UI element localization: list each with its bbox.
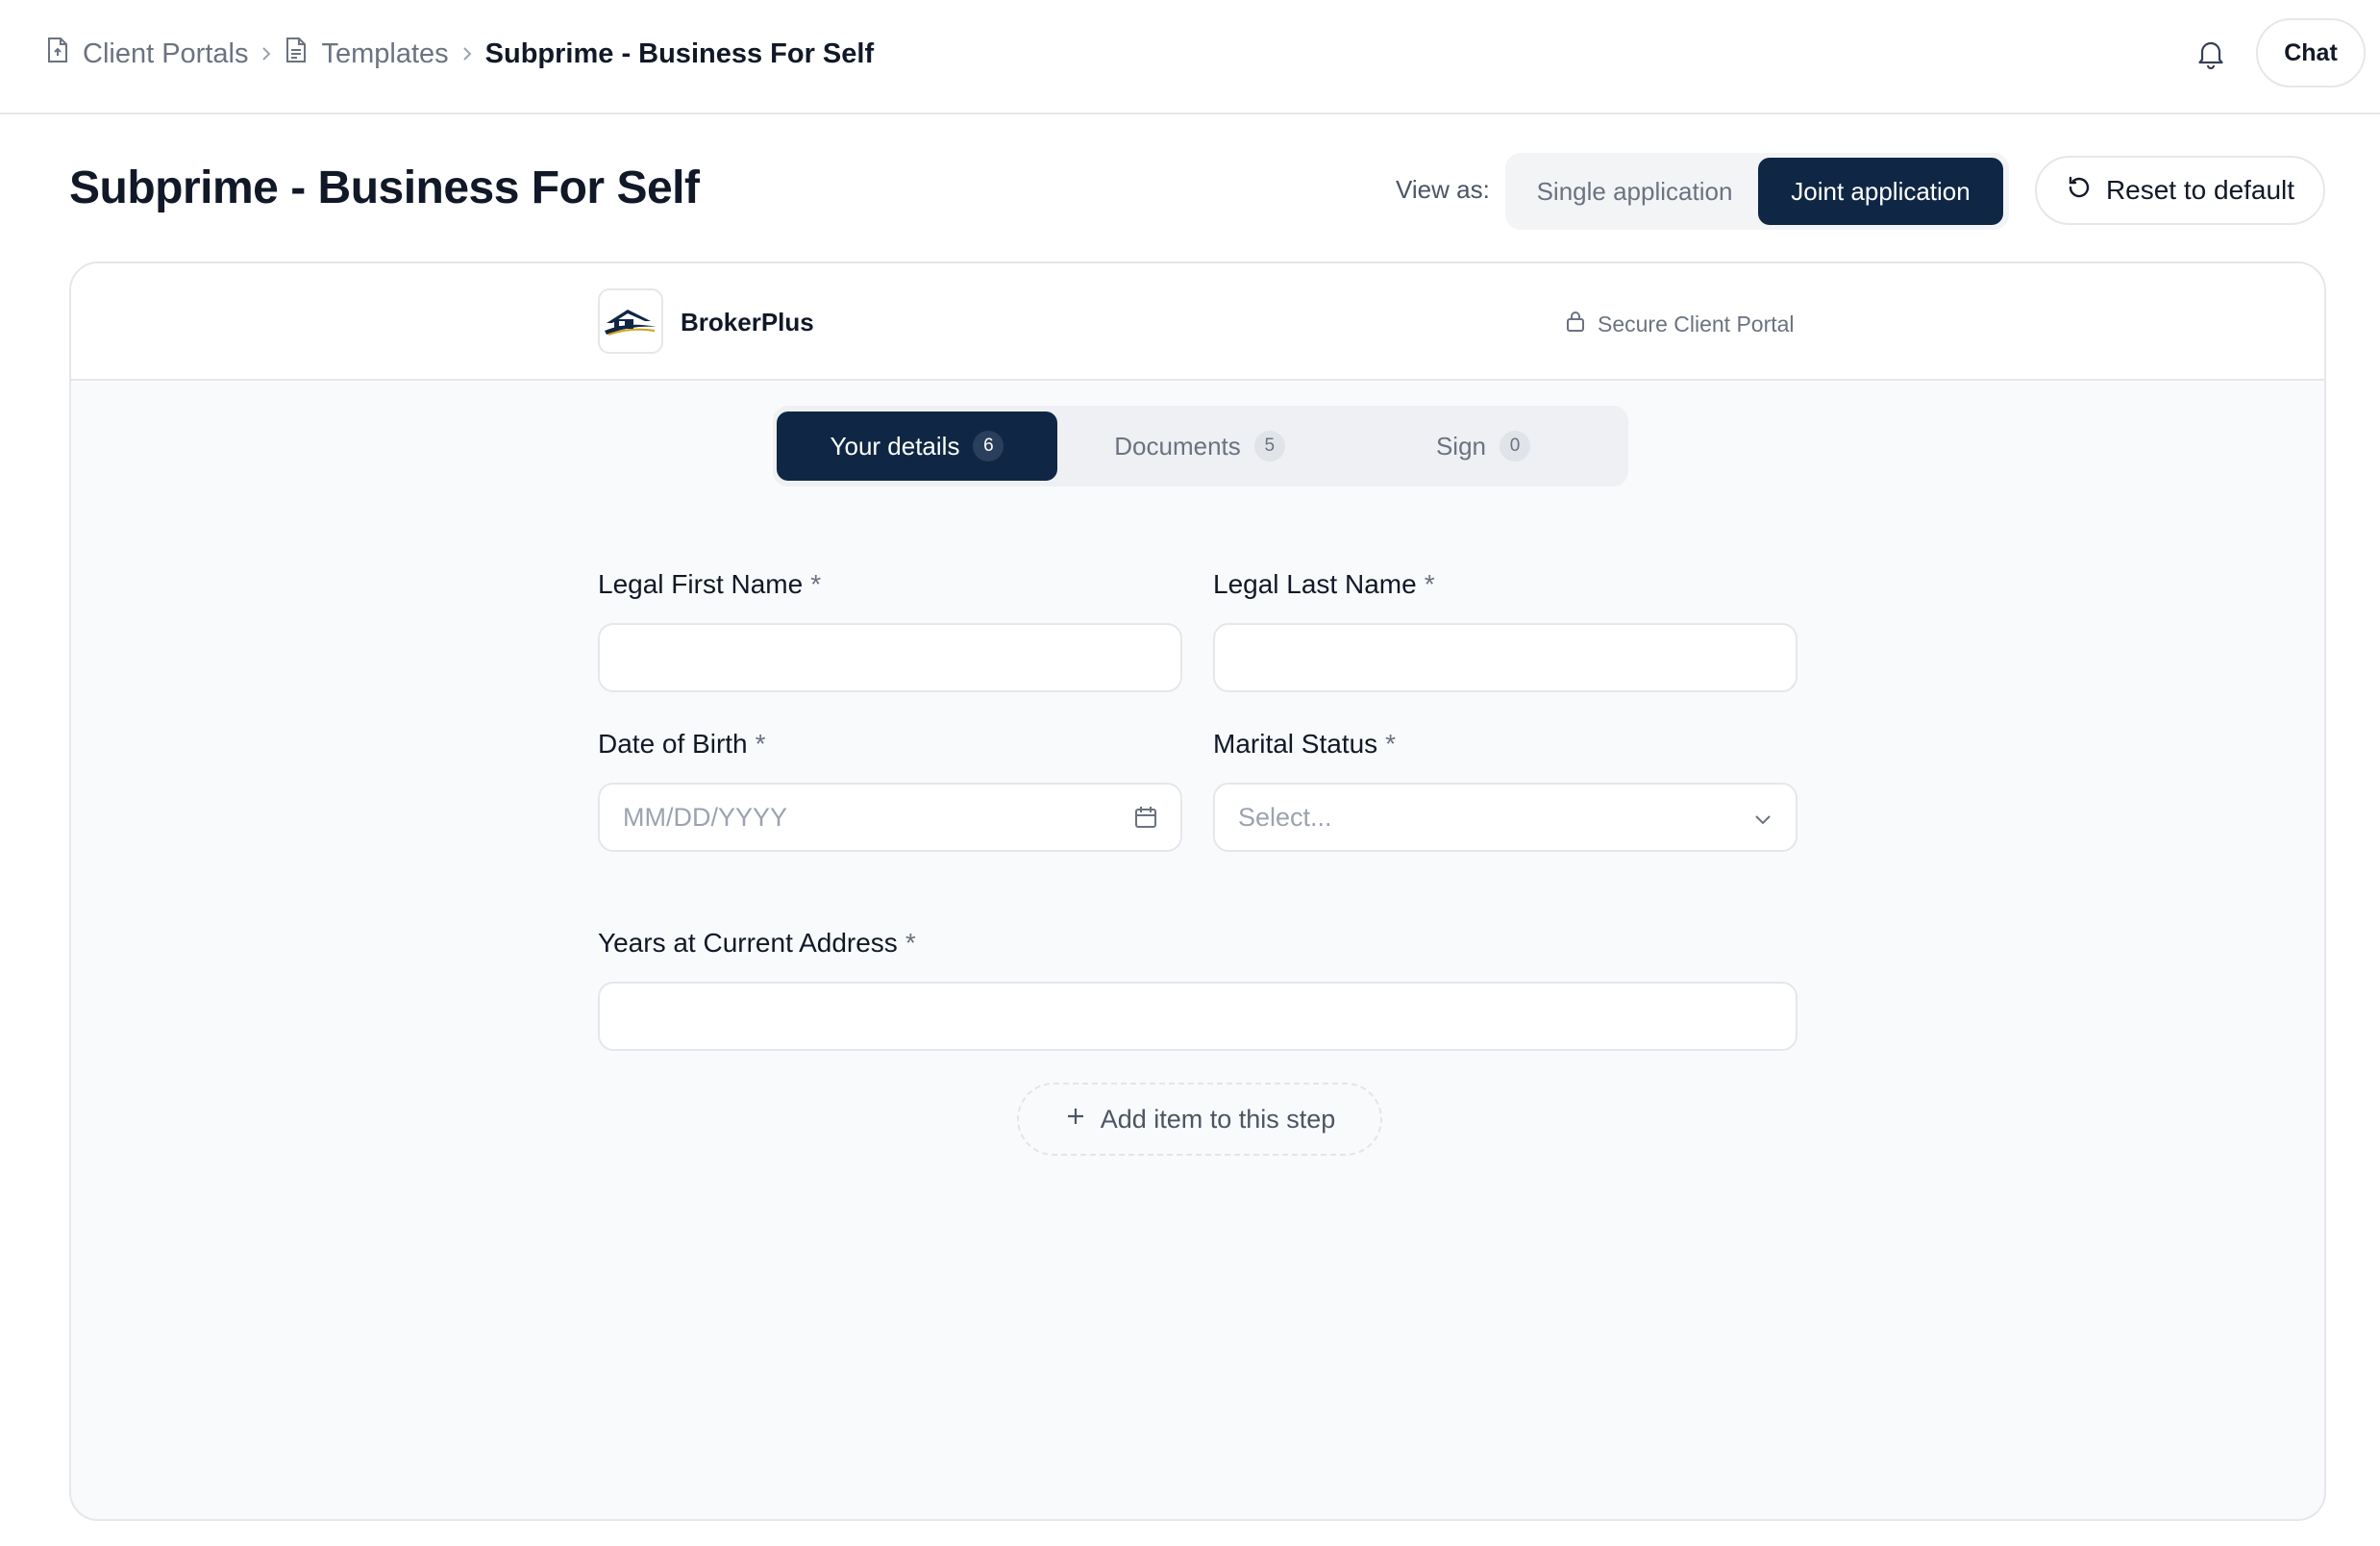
joint-application-option[interactable]: Joint application (1758, 158, 2003, 225)
breadcrumb-templates[interactable]: Templates (285, 37, 449, 71)
breadcrumb-current: Subprime - Business For Self (485, 38, 874, 70)
chat-button[interactable]: Chat (2256, 18, 2366, 87)
dob-label: Date of Birth * (598, 729, 766, 760)
first-name-label: Legal First Name * (598, 569, 821, 600)
breadcrumb-client-portals[interactable]: Client Portals (46, 37, 248, 71)
required-marker: * (1385, 729, 1397, 759)
top-bar: Client Portals Templates Subprime - Busi… (0, 0, 2380, 114)
calendar-icon[interactable] (1132, 804, 1159, 831)
tab-label: Documents (1114, 431, 1241, 461)
required-marker: * (810, 569, 822, 599)
dob-placeholder: MM/DD/YYYY (623, 802, 788, 832)
label-text: Legal First Name (598, 569, 804, 599)
breadcrumb-label: Templates (321, 37, 449, 69)
first-name-input[interactable] (598, 623, 1182, 692)
required-marker: * (905, 928, 916, 958)
years-at-address-input[interactable] (598, 982, 1797, 1051)
label-text: Legal Last Name (1213, 569, 1417, 599)
single-application-option[interactable]: Single application (1511, 158, 1758, 225)
marital-placeholder: Select... (1238, 802, 1332, 832)
required-marker: * (1424, 569, 1435, 599)
chevron-right-icon (449, 45, 485, 62)
label-text: Date of Birth (598, 729, 748, 759)
document-upload-icon (46, 37, 69, 71)
last-name-label: Legal Last Name * (1213, 569, 1435, 600)
portal-header: BrokerPlus Secure Client Portal (71, 263, 2324, 381)
document-text-icon (285, 37, 308, 71)
chevron-down-icon (1751, 808, 1774, 831)
brokerplus-logo (598, 288, 663, 354)
years-address-label: Years at Current Address * (598, 928, 916, 959)
step-tabs: Your details 6 Documents 5 Sign 0 (773, 406, 1628, 486)
add-item-button[interactable]: Add item to this step (1017, 1083, 1382, 1156)
last-name-input[interactable] (1213, 623, 1797, 692)
reset-icon (2066, 174, 2093, 208)
reset-label: Reset to default (2105, 175, 2295, 205)
secure-text: Secure Client Portal (1598, 311, 1795, 337)
count-badge: 0 (1500, 431, 1531, 461)
brand-name: BrokerPlus (681, 308, 814, 337)
reset-to-default-button[interactable]: Reset to default (2035, 156, 2325, 225)
tab-label: Sign (1435, 431, 1487, 461)
bell-icon[interactable] (2192, 35, 2230, 73)
secure-portal-label: Secure Client Portal (1565, 310, 1795, 338)
view-as-label: View as: (1396, 175, 1490, 204)
view-toggle: Single application Joint application (1505, 153, 2009, 230)
breadcrumb-label: Subprime - Business For Self (484, 37, 875, 69)
count-badge: 6 (973, 431, 1004, 461)
count-badge: 5 (1253, 431, 1285, 461)
add-item-label: Add item to this step (1100, 1104, 1336, 1134)
tab-label: Your details (830, 431, 960, 461)
required-marker: * (755, 729, 766, 759)
plus-icon (1064, 1105, 1087, 1135)
marital-status-select[interactable]: Select... (1213, 783, 1797, 852)
date-of-birth-input[interactable]: MM/DD/YYYY (598, 783, 1182, 852)
label-text: Marital Status (1213, 729, 1378, 759)
page-title: Subprime - Business For Self (69, 162, 700, 213)
tab-sign[interactable]: Sign 0 (1342, 411, 1624, 481)
portal-preview-card: BrokerPlus Secure Client Portal Your det… (69, 262, 2326, 1521)
lock-icon (1565, 310, 1586, 338)
tab-documents[interactable]: Documents 5 (1057, 411, 1342, 481)
marital-status-label: Marital Status * (1213, 729, 1396, 760)
breadcrumb-label: Client Portals (83, 37, 249, 69)
label-text: Years at Current Address (598, 928, 898, 958)
chevron-right-icon (248, 45, 285, 62)
breadcrumb: Client Portals Templates Subprime - Busi… (46, 33, 874, 75)
tab-your-details[interactable]: Your details 6 (777, 411, 1057, 481)
